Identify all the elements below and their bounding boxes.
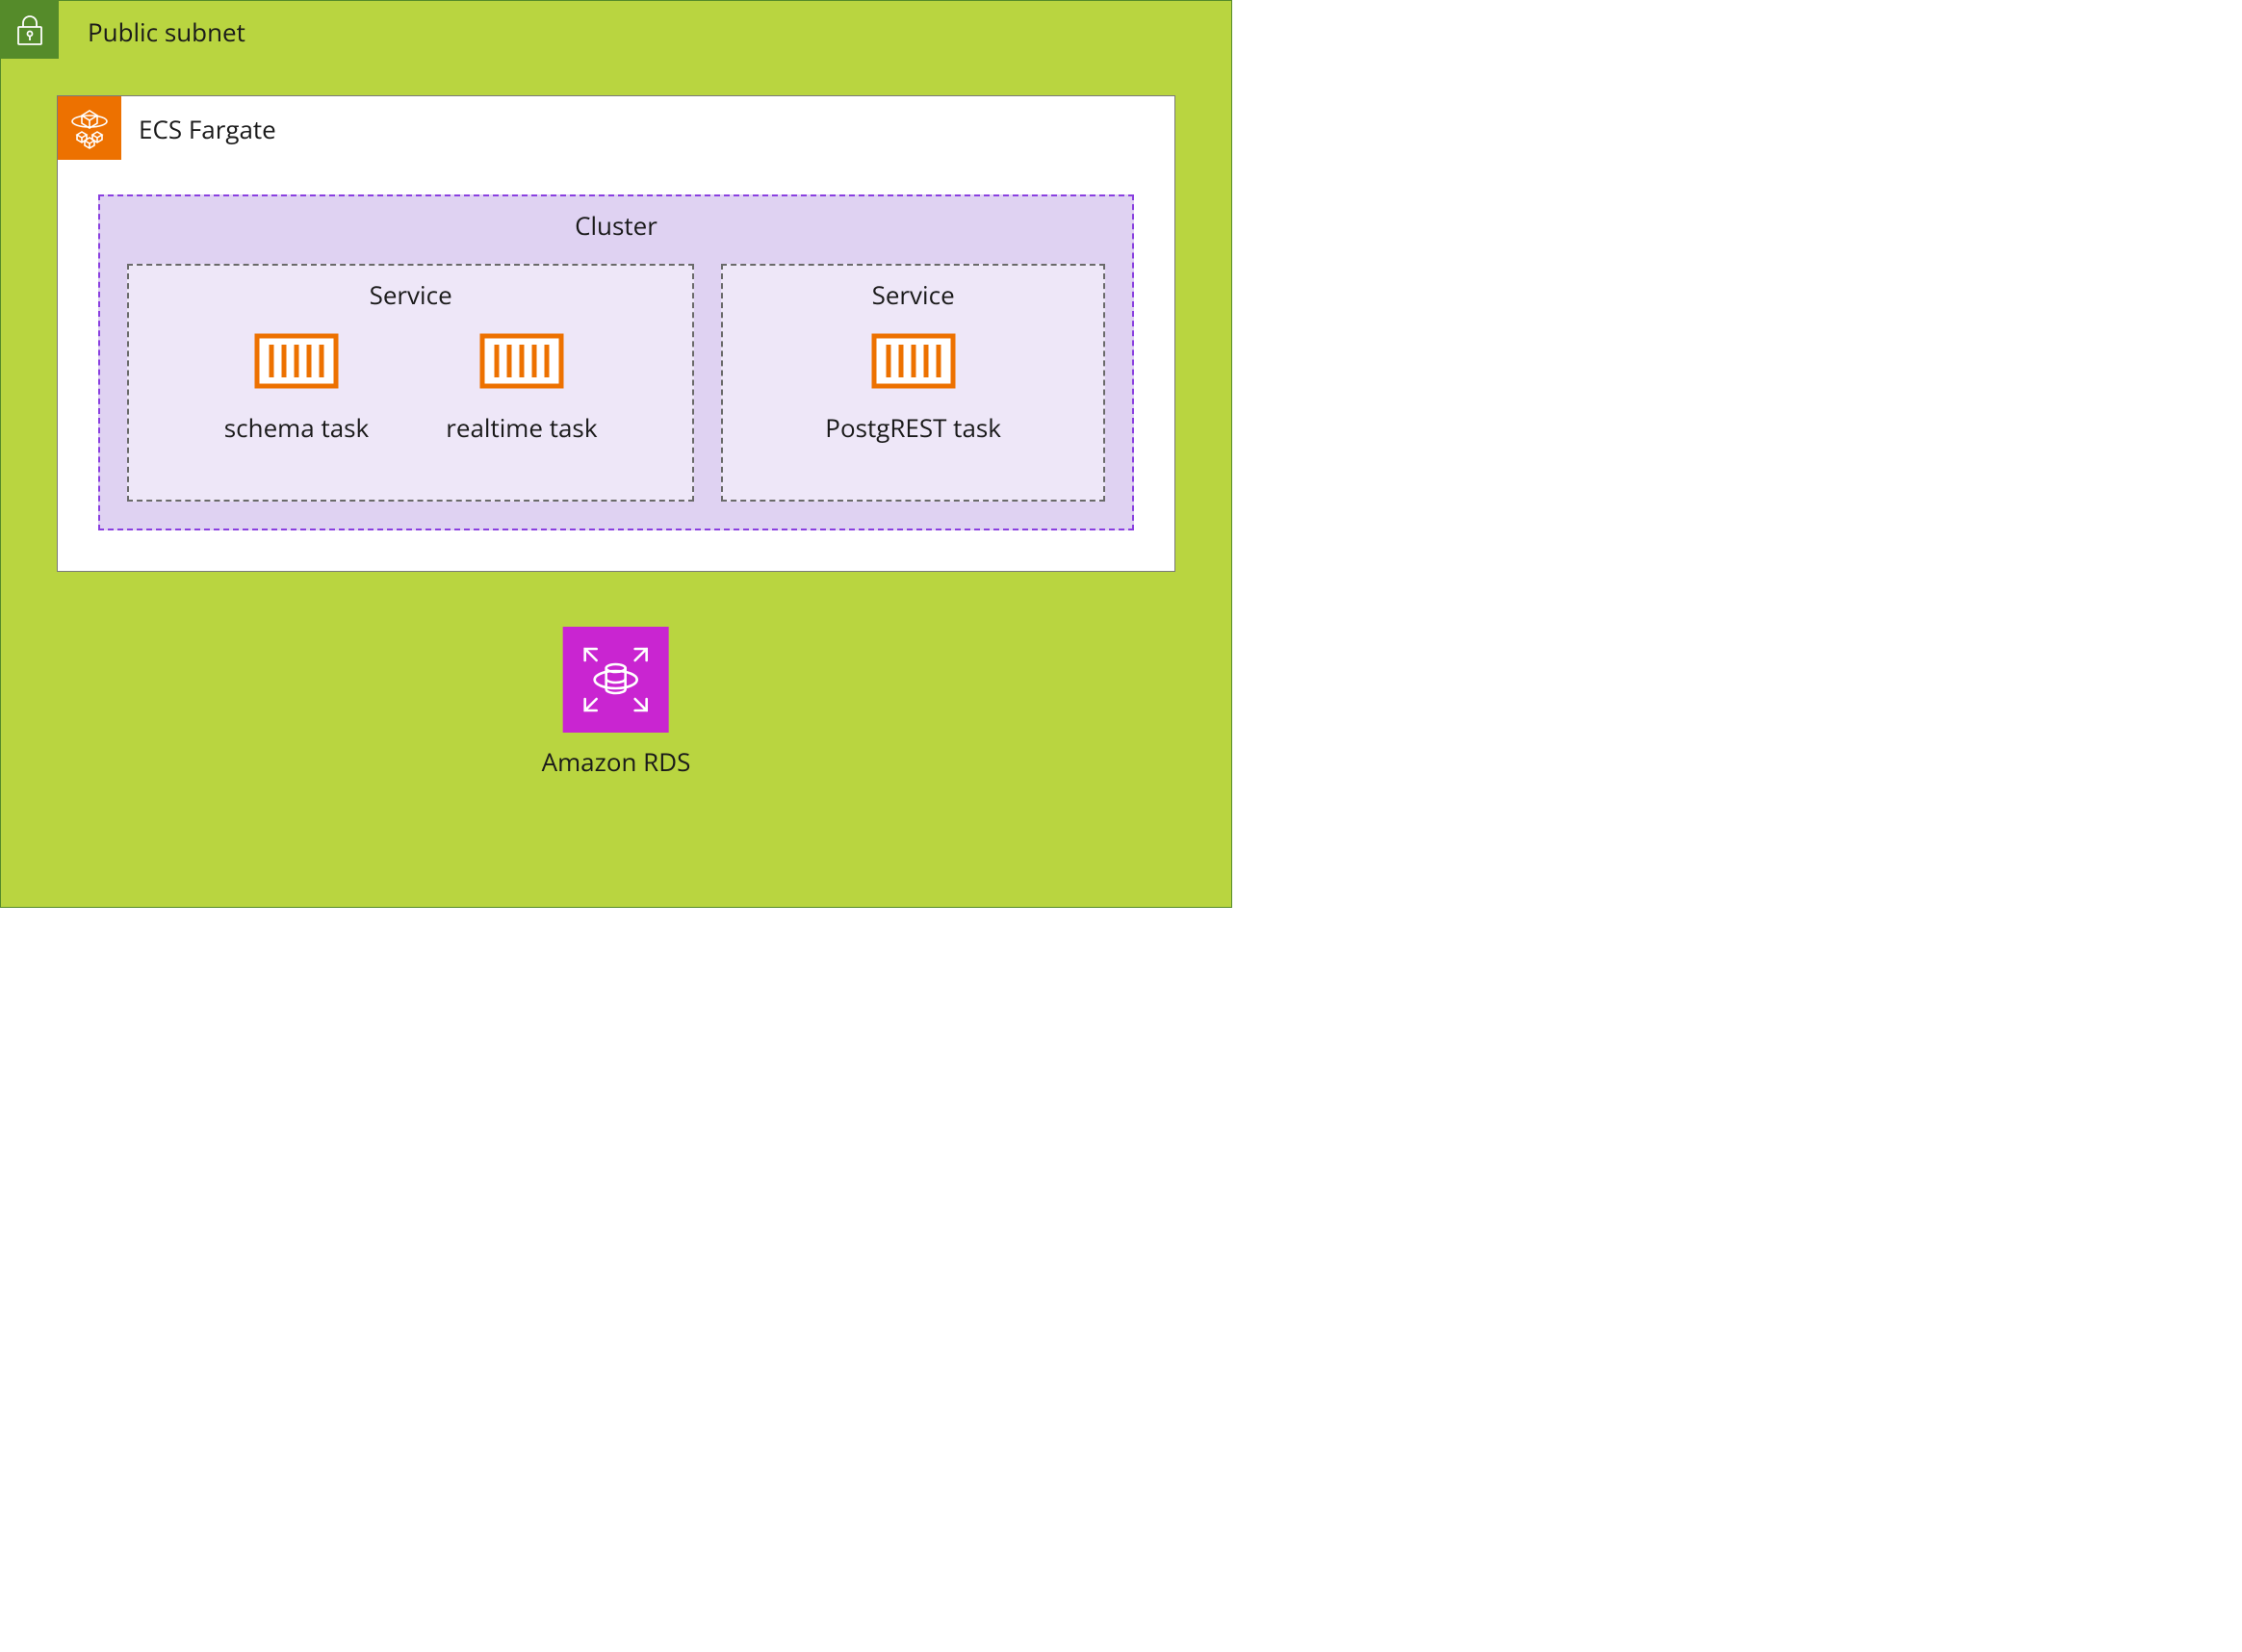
task: realtime task [446,333,597,445]
subnet-label: Public subnet [88,14,245,49]
container-icon [871,333,956,389]
lock-icon [1,1,59,59]
service-group: Service [721,264,1105,502]
containers-icon [58,96,121,160]
task: schema task [224,333,369,445]
cluster-label: Cluster [100,208,1132,243]
task-label: realtime task [446,410,597,445]
rds-icon [563,627,669,733]
services-row: Service [127,264,1105,502]
container-icon [254,333,339,389]
rds-label: Amazon RDS [542,744,691,779]
cluster-group: Cluster Service [98,194,1134,530]
amazon-rds-group: Amazon RDS [542,627,691,779]
task-label: PostgREST task [825,410,1001,445]
task: PostgREST task [825,333,1001,445]
service-group: Service [127,264,694,502]
task-label: schema task [224,410,369,445]
public-subnet-group: Public subnet ECS Fargate Cluster [0,0,1232,908]
service-label: Service [370,277,452,312]
container-icon [479,333,564,389]
fargate-label: ECS Fargate [139,112,276,146]
service-label: Service [872,277,955,312]
ecs-fargate-group: ECS Fargate Cluster Service [57,95,1175,572]
